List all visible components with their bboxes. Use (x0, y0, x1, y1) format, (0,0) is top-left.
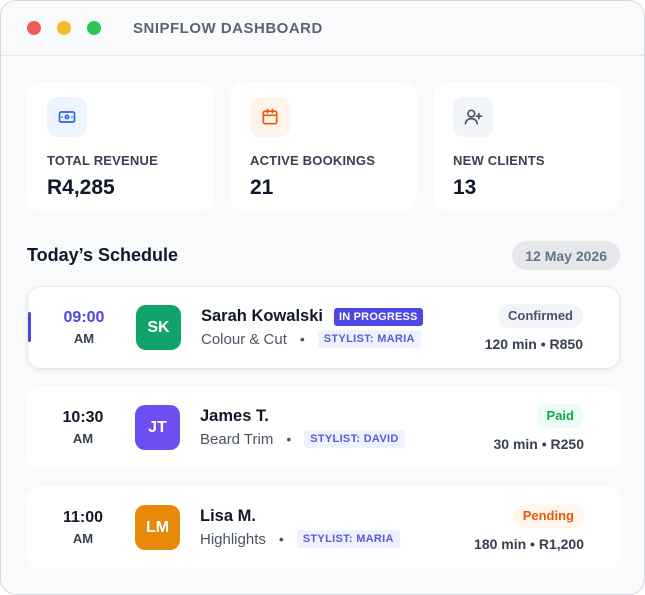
appointment-card[interactable]: 11:00 AM LM Lisa M. Highlights • STYLIST… (27, 486, 620, 569)
client-name: James T. (200, 407, 269, 425)
time-value: 10:30 (62, 409, 104, 426)
duration-price: 120 min • R850 (484, 335, 583, 352)
add-user-icon (453, 97, 493, 137)
schedule-header: Today’s Schedule 12 May 2026 (27, 241, 620, 270)
status-badge: Pending (512, 503, 584, 528)
stat-value: R4,285 (47, 176, 115, 199)
appointment-summary: Confirmed 120 min • R850 (479, 303, 619, 352)
stylist-tag: STYLIST: DAVID (304, 430, 405, 448)
minimize-window-button[interactable] (57, 21, 71, 35)
close-window-button[interactable] (27, 21, 41, 35)
stat-label: ACTIVE BOOKINGS (250, 153, 376, 168)
calendar-icon (250, 97, 290, 137)
stat-value: 21 (250, 176, 274, 199)
appointment-summary: Paid 30 min • R250 (480, 403, 620, 452)
stats-row: TOTAL REVENUE R4,285 ACTIVE BOOKINGS 21 (27, 82, 620, 211)
app-title: SNIPFLOW DASHBOARD (133, 19, 323, 37)
duration-price: 180 min • R1,200 (474, 535, 584, 552)
title-bar: SNIPFLOW DASHBOARD (1, 1, 644, 56)
time-period: AM (72, 531, 94, 546)
in-progress-badge: IN PROGRESS (333, 307, 423, 326)
avatar: LM (135, 505, 180, 550)
stat-card-active-bookings[interactable]: ACTIVE BOOKINGS 21 (230, 82, 417, 211)
separator-dot: • (299, 331, 305, 347)
separator-dot: • (278, 531, 284, 547)
status-badge: Paid (536, 403, 584, 428)
stylist-tag: STYLIST: MARIA (317, 330, 421, 348)
stat-label: TOTAL REVENUE (47, 153, 158, 168)
appointment-summary: Pending 180 min • R1,200 (474, 503, 620, 552)
appointment-time: 10:30 AM (27, 409, 139, 446)
cash-icon (47, 97, 87, 137)
stat-value: 13 (453, 176, 477, 199)
service-name: Beard Trim (200, 430, 274, 448)
maximize-window-button[interactable] (87, 21, 101, 35)
status-badge: Confirmed (498, 303, 583, 328)
time-period: AM (72, 431, 94, 446)
duration-price: 30 min • R250 (493, 435, 584, 452)
stat-card-total-revenue[interactable]: TOTAL REVENUE R4,285 (27, 82, 214, 211)
client-info: Sarah Kowalski IN PROGRESS Colour & Cut … (201, 307, 479, 348)
appointment-list: 09:00 AM SK Sarah Kowalski IN PROGRESS C… (27, 286, 620, 586)
appointment-card[interactable]: 10:30 AM JT James T. Beard Trim • STYLIS… (27, 386, 620, 469)
app-window: SNIPFLOW DASHBOARD TOTAL REVENUE R4,285 (0, 0, 645, 595)
active-indicator (28, 312, 31, 342)
time-value: 11:00 (62, 509, 104, 526)
stat-card-new-clients[interactable]: NEW CLIENTS 13 (433, 82, 620, 211)
separator-dot: • (286, 431, 292, 447)
stat-label: NEW CLIENTS (453, 153, 545, 168)
appointment-time: 11:00 AM (27, 509, 139, 546)
client-name: Lisa M. (200, 507, 256, 525)
date-picker[interactable]: 12 May 2026 (512, 241, 620, 270)
time-value: 09:00 (63, 309, 105, 326)
section-title: Today’s Schedule (27, 245, 179, 265)
time-period: AM (73, 331, 95, 346)
service-name: Highlights (200, 530, 266, 548)
appointment-time: 09:00 AM (28, 309, 140, 346)
avatar: JT (135, 405, 180, 450)
service-name: Colour & Cut (201, 330, 287, 348)
client-info: Lisa M. Highlights • STYLIST: MARIA (200, 507, 480, 548)
appointment-card[interactable]: 09:00 AM SK Sarah Kowalski IN PROGRESS C… (27, 286, 620, 369)
client-name: Sarah Kowalski (201, 307, 323, 325)
client-info: James T. Beard Trim • STYLIST: DAVID (200, 407, 480, 448)
avatar: SK (136, 305, 181, 350)
stylist-tag: STYLIST: MARIA (296, 530, 400, 548)
